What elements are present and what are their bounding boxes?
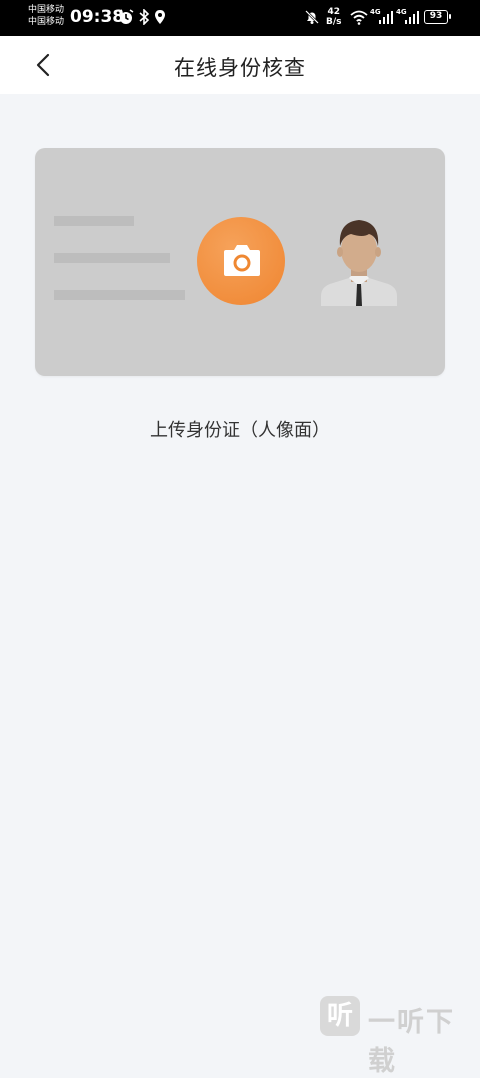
header-bar: 在线身份核查 bbox=[0, 36, 480, 94]
upload-id-front-label[interactable]: 上传身份证（人像面） bbox=[0, 416, 480, 442]
camera-button[interactable] bbox=[197, 217, 285, 305]
alarm-icon bbox=[118, 9, 134, 24]
page-title: 在线身份核查 bbox=[174, 56, 306, 80]
status-bar: 中国移动 中国移动 09:38 42 B/s 4G 4G 93 bbox=[0, 0, 480, 36]
watermark: 听 一听下载 bbox=[320, 996, 480, 1077]
net-speed-unit: B/s bbox=[326, 17, 342, 27]
status-time: 09:38 bbox=[70, 7, 125, 27]
battery-level: 93 bbox=[429, 11, 443, 21]
placeholder-text-line bbox=[54, 216, 134, 226]
signal-icon bbox=[379, 11, 393, 24]
net-speed-value: 42 bbox=[327, 7, 341, 17]
person-avatar-icon bbox=[321, 220, 397, 306]
wifi-icon bbox=[350, 10, 368, 25]
watermark-text: 一听下载 bbox=[368, 1007, 455, 1077]
id-card-upload-area[interactable] bbox=[35, 148, 445, 376]
placeholder-text-line bbox=[54, 290, 185, 300]
placeholder-text-line bbox=[54, 253, 170, 263]
camera-icon bbox=[224, 245, 260, 276]
watermark-logo: 听 bbox=[320, 996, 360, 1036]
battery-icon: 93 bbox=[424, 10, 451, 24]
carrier-1: 中国移动 bbox=[28, 5, 65, 15]
mute-bell-icon bbox=[305, 10, 319, 24]
location-icon bbox=[155, 10, 165, 24]
carrier-labels: 中国移动 中国移动 bbox=[28, 4, 64, 28]
bluetooth-icon bbox=[139, 9, 150, 25]
signal-icon bbox=[405, 11, 419, 24]
net-speed: 42 B/s bbox=[326, 7, 342, 27]
carrier-2: 中国移动 bbox=[28, 17, 65, 27]
